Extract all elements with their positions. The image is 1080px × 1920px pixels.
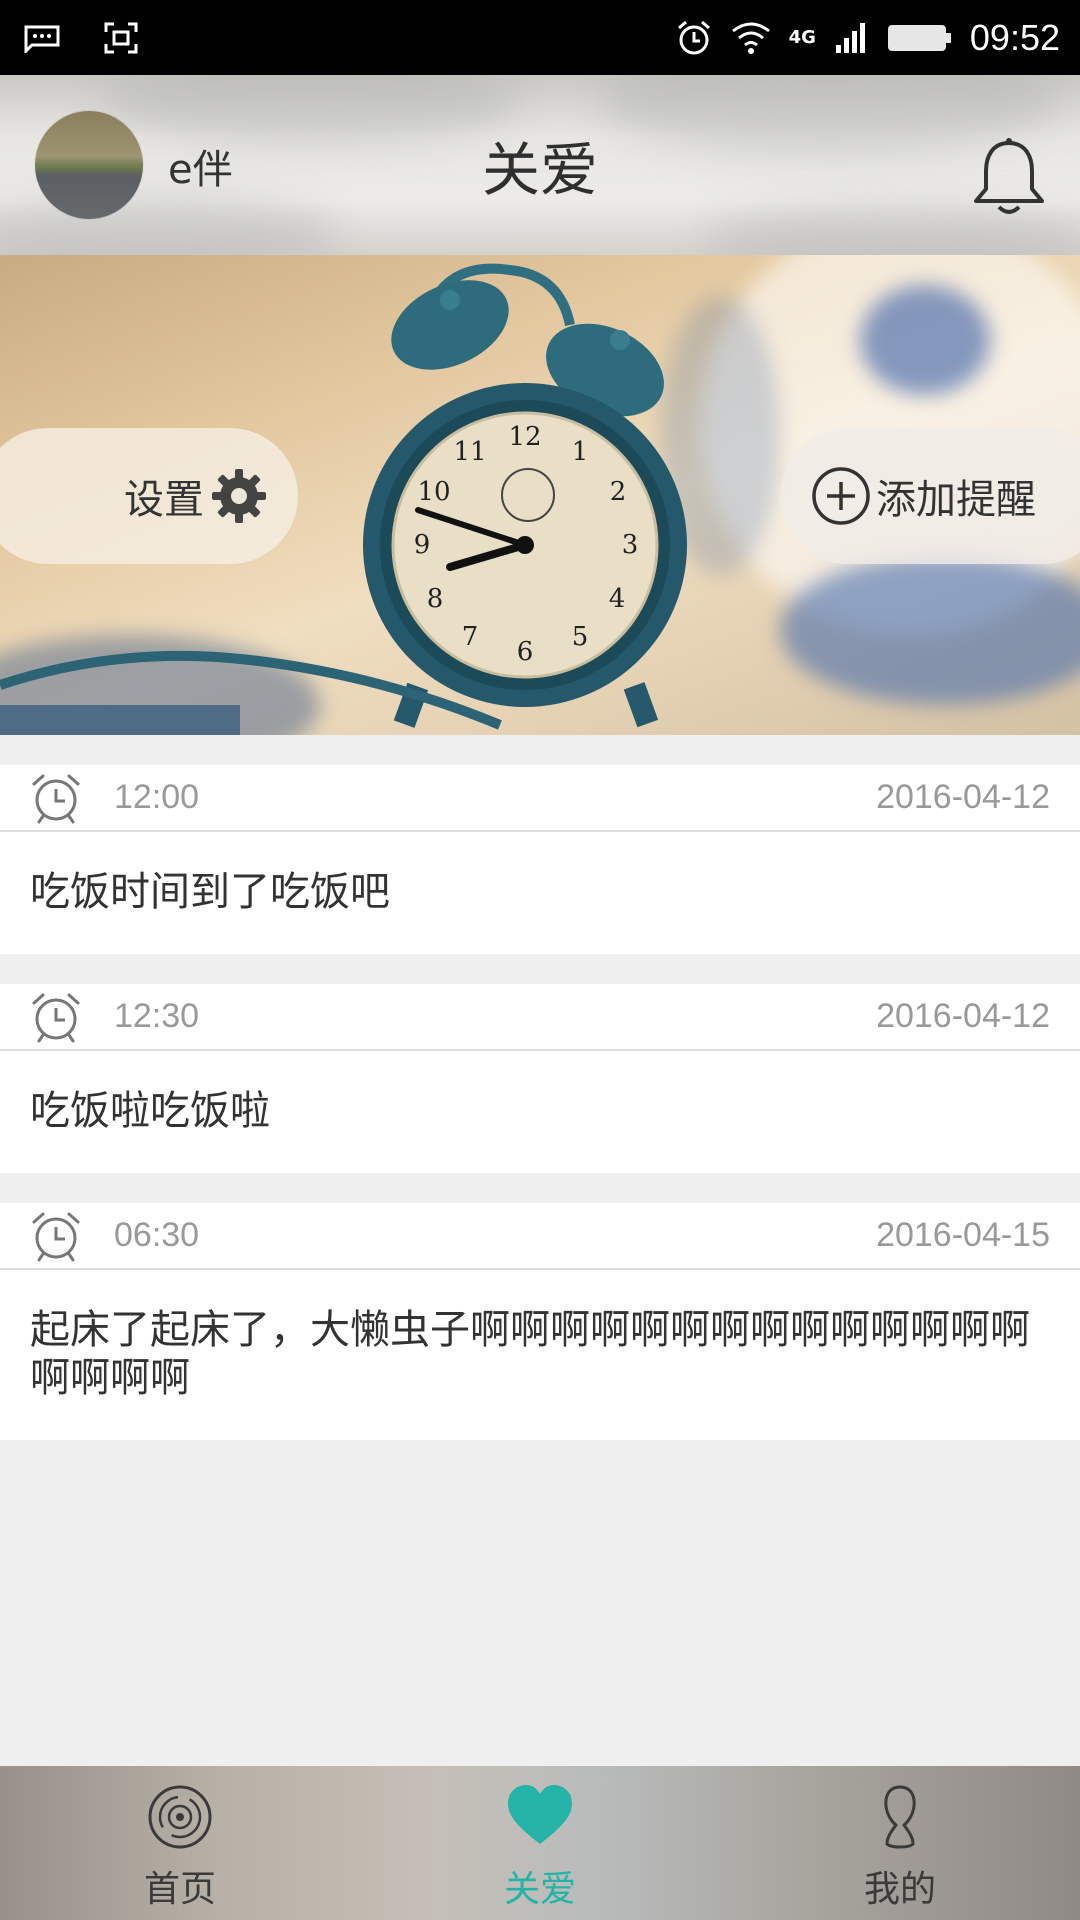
add-circle-icon [812, 467, 870, 525]
bottom-nav: 首页 关爱 我的 [0, 1766, 1080, 1920]
reminder-date: 2016-04-12 [876, 778, 1050, 816]
battery-icon [887, 24, 951, 51]
svg-text:4: 4 [609, 584, 626, 614]
nav-label-home: 首页 [143, 1869, 216, 1910]
message-icon [24, 25, 60, 53]
network-type: 4G [788, 27, 816, 48]
clock-time: 09:52 [969, 16, 1060, 58]
reminder-date: 2016-04-15 [876, 1216, 1050, 1254]
wifi-icon [731, 22, 770, 54]
alarm-clock-icon [32, 1212, 80, 1261]
alarm-clock-icon [32, 993, 80, 1042]
reminder-header: 06:30 2016-04-15 [0, 1203, 1080, 1270]
nav-label-care: 关爱 [503, 1869, 576, 1910]
app-header: e伴 关爱 [0, 75, 1080, 255]
reminder-text: 起床了起床了，大懒虫子啊啊啊啊啊啊啊啊啊啊啊啊啊啊啊啊啊啊 [30, 1307, 1030, 1401]
reminder-date: 2016-04-12 [876, 997, 1050, 1035]
screenshot-icon [104, 22, 138, 53]
reminder-time: 06:30 [114, 1216, 200, 1254]
bell-icon[interactable] [970, 137, 1048, 219]
svg-text:8: 8 [427, 584, 444, 614]
add-reminder-label: 添加提醒 [876, 477, 1036, 523]
cable-decoration [0, 650, 502, 735]
reminder-card[interactable]: 12:00 2016-04-12 吃饭时间到了吃饭吧 [0, 765, 1080, 954]
signal-icon [835, 22, 865, 53]
page-title: 关爱 [481, 136, 598, 204]
svg-text:11: 11 [453, 437, 486, 467]
heart-icon [508, 1785, 572, 1844]
reminder-text: 吃饭时间到了吃饭吧 [30, 869, 390, 915]
svg-text:2: 2 [610, 477, 627, 507]
reminder-header: 12:30 2016-04-12 [0, 984, 1080, 1051]
reminder-header: 12:00 2016-04-12 [0, 765, 1080, 832]
svg-text:5: 5 [572, 622, 589, 652]
reminder-card[interactable]: 12:30 2016-04-12 吃饭啦吃饭啦 [0, 984, 1080, 1173]
reminder-time: 12:30 [114, 997, 200, 1035]
banner-image: 12 1 2 3 4 5 6 7 8 9 10 11 设置 添加提醒 [0, 255, 1080, 735]
alarm-status-icon [677, 20, 710, 54]
nav-item-home[interactable]: 首页 [0, 1766, 360, 1920]
reminder-list: 12:00 2016-04-12 吃饭时间到了吃饭吧 12:30 2016-04… [0, 765, 1080, 1470]
nav-item-care[interactable]: 关爱 [360, 1766, 720, 1920]
nav-label-mine: 我的 [863, 1869, 936, 1910]
reminder-time: 12:00 [114, 778, 200, 816]
svg-text:1: 1 [572, 437, 589, 467]
svg-text:9: 9 [414, 530, 431, 560]
reminder-text: 吃饭啦吃饭啦 [30, 1088, 270, 1134]
svg-text:10: 10 [417, 477, 450, 507]
nav-item-mine[interactable]: 我的 [720, 1766, 1080, 1920]
person-icon [884, 1785, 916, 1849]
settings-button[interactable]: 设置 [0, 428, 298, 564]
svg-text:3: 3 [622, 530, 639, 560]
reminder-card[interactable]: 06:30 2016-04-15 起床了起床了，大懒虫子啊啊啊啊啊啊啊啊啊啊啊啊… [0, 1203, 1080, 1440]
add-reminder-button[interactable]: 添加提醒 [780, 428, 1080, 564]
record-icon [148, 1785, 212, 1849]
alarm-clock-icon [32, 774, 80, 823]
status-bar: 4G 09:52 [0, 0, 1080, 75]
gear-icon [212, 469, 266, 523]
svg-text:12: 12 [508, 422, 541, 452]
settings-label: 设置 [124, 477, 204, 523]
